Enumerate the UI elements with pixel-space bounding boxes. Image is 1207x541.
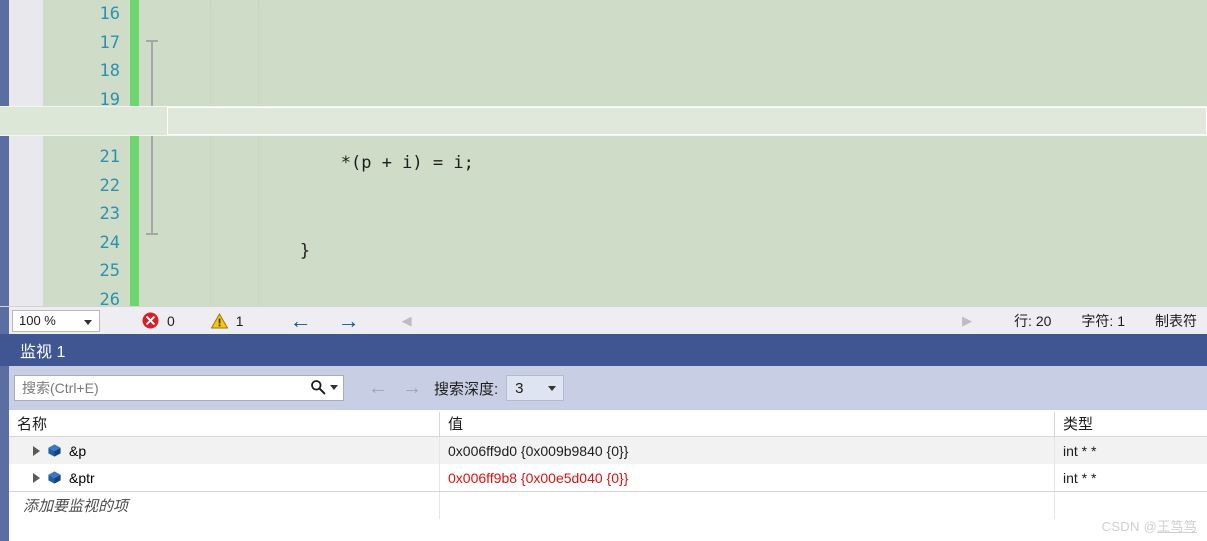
editor-status-bar: 100 % 0 1 ← → ◀ ▶ 行: 20 字符: 1 制表符 (0, 306, 1207, 335)
watch-variable-name: &p (69, 442, 87, 459)
search-previous-icon[interactable]: ← (368, 378, 388, 398)
code-line-text: *(p + i) = i; (258, 152, 474, 173)
line-number-gutter: 16 17 18 19 20 21 22 23 24 25 26 (43, 0, 130, 306)
outlining-margin[interactable] (139, 0, 167, 306)
add-watch-placeholder[interactable]: 添加要监视的项 (9, 492, 439, 519)
zoom-level-value: 100 % (19, 313, 56, 328)
add-watch-item-row[interactable]: 添加要监视的项 (9, 491, 1207, 519)
watch-row-type-cell: int * * (1054, 464, 1207, 491)
changed-lines-indicator (130, 0, 139, 306)
watch-variable-name: &ptr (69, 469, 95, 486)
navigate-forward-icon[interactable]: → (338, 309, 360, 332)
chevron-down-icon (548, 386, 557, 391)
code-text-area[interactable]: *(p + i) = i; } int*ptr=(int*)realloc(p,… (167, 0, 1207, 306)
search-icon-group[interactable] (310, 379, 338, 395)
watch-row-value-cell[interactable]: 0x006ff9d0 {0x009b9840 {0}} (439, 437, 1054, 464)
zoom-level-combobox[interactable]: 100 % (12, 309, 100, 332)
column-header-value[interactable]: 值 (439, 412, 1054, 436)
status-line-number: 行: 20 (1014, 312, 1052, 329)
outline-vertical-line (151, 40, 153, 235)
error-icon (142, 312, 159, 329)
line-number: 21 (99, 146, 120, 167)
status-right-group: ▶ 行: 20 字符: 1 制表符 (962, 311, 1207, 331)
error-count: 0 (167, 312, 175, 329)
line-number: 18 (99, 61, 120, 82)
line-number: 22 (99, 175, 120, 196)
line-number: 23 (99, 204, 120, 225)
glyph-margin[interactable] (9, 0, 43, 306)
table-row[interactable]: &ptr 0x006ff9b8 {0x00e5d040 {0}} int * * (9, 464, 1207, 491)
search-icon[interactable] (310, 379, 326, 395)
scroll-left-icon[interactable]: ◀ (402, 313, 412, 329)
column-header-name[interactable]: 名称 (9, 412, 439, 436)
search-depth-combobox[interactable]: 3 (506, 375, 565, 401)
watch-toolbar: 搜索(Ctrl+E) ← → 搜索深度: 3 (9, 366, 1207, 410)
search-depth-label: 搜索深度: (434, 380, 499, 398)
warning-icon (210, 312, 228, 328)
grid-header-row: 名称 值 类型 (9, 410, 1207, 437)
variable-cube-icon (48, 444, 61, 457)
watermark-author: 王笃笃 (1157, 519, 1197, 534)
watch-panel-title: 监视 1 (0, 334, 1207, 366)
code-line-17: } (167, 209, 1207, 261)
line-number: 25 (99, 261, 120, 282)
watch-panel: 监视 1 搜索(Ctrl+E) ← → 搜索深度: 3 名称 值 类型 &p 0… (0, 334, 1207, 541)
status-char-number: 字符: 1 (1081, 312, 1125, 329)
line-number: 17 (99, 32, 120, 53)
search-input[interactable]: 搜索(Ctrl+E) (14, 375, 344, 401)
outline-tick (146, 40, 158, 42)
add-watch-type-cell (1054, 491, 1207, 519)
code-line-text: } (258, 241, 311, 262)
outline-tick (146, 233, 158, 235)
chevron-down-icon (84, 319, 92, 325)
watch-bottom-edge (0, 511, 9, 541)
expand-triangle-icon[interactable] (33, 472, 40, 483)
code-editor[interactable]: 16 17 18 19 20 21 22 23 24 25 26 *(p + (0, 0, 1207, 306)
watch-title-text: 监视 1 (20, 344, 66, 361)
watch-variables-grid[interactable]: 名称 值 类型 &p 0x006ff9d0 {0x009b9840 {0}} i… (9, 410, 1207, 541)
column-header-type[interactable]: 类型 (1054, 412, 1207, 436)
warning-count-group[interactable]: 1 (210, 312, 244, 329)
window-left-edge (0, 0, 9, 306)
add-watch-value-cell[interactable] (439, 491, 1054, 519)
error-count-group[interactable]: 0 (142, 312, 175, 329)
watch-row-value-cell[interactable]: 0x006ff9b8 {0x00e5d040 {0}} (439, 464, 1054, 491)
table-row[interactable]: &p 0x006ff9d0 {0x009b9840 {0}} int * * (9, 437, 1207, 464)
watch-row-name-cell[interactable]: &ptr (9, 464, 439, 491)
status-tab-mode: 制表符 (1155, 312, 1197, 329)
status-left-edge (0, 306, 9, 335)
variable-cube-icon (48, 471, 61, 484)
watermark: CSDN @王笃笃 (1102, 516, 1197, 535)
search-next-icon[interactable]: → (402, 378, 422, 398)
navigate-back-icon[interactable]: ← (290, 309, 312, 332)
warning-count: 1 (235, 312, 244, 329)
line-number: 26 (99, 289, 120, 306)
watch-row-name-cell[interactable]: &p (9, 437, 439, 464)
watch-row-type-cell: int * * (1054, 437, 1207, 464)
chevron-down-icon[interactable] (330, 384, 338, 390)
search-depth-value: 3 (515, 379, 524, 397)
expand-triangle-icon[interactable] (33, 445, 40, 456)
line-number: 24 (99, 232, 120, 253)
scroll-right-icon[interactable]: ▶ (962, 313, 972, 329)
line-number: 16 (99, 4, 120, 24)
search-placeholder: 搜索(Ctrl+E) (22, 380, 99, 396)
current-statement-box (167, 107, 1207, 135)
navigation-arrows[interactable]: ← → (290, 309, 360, 332)
watermark-prefix: CSDN @ (1101, 519, 1158, 534)
visual-studio-debug-window: 16 17 18 19 20 21 22 23 24 25 26 *(p + (0, 0, 1207, 541)
